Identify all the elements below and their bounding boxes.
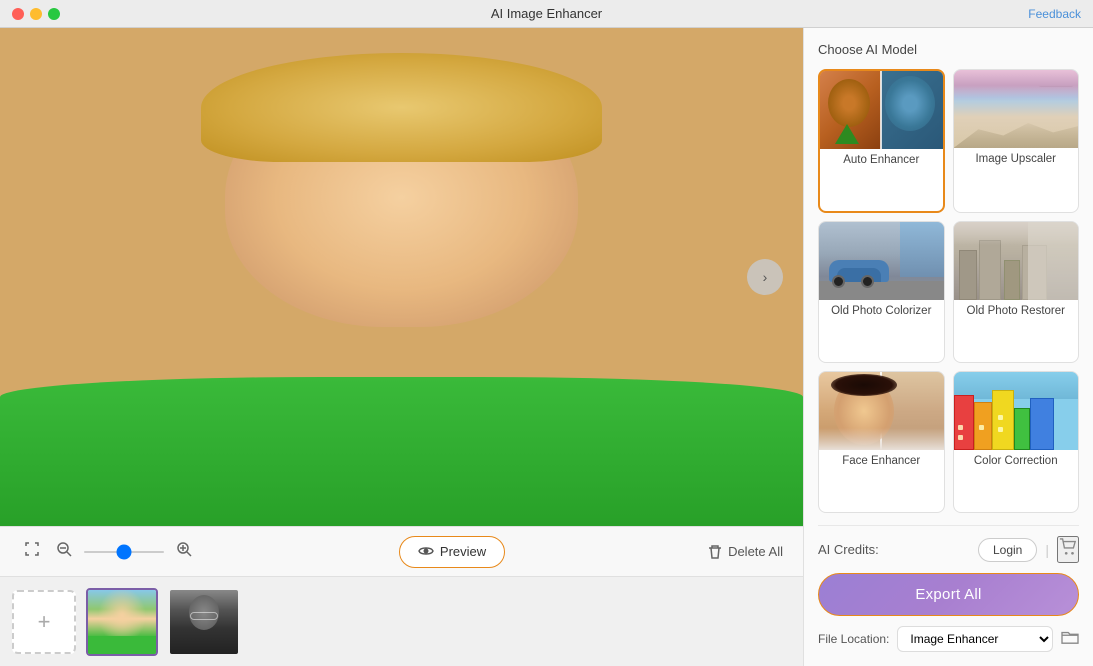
left-panel: › <box>0 28 803 666</box>
model-thumb-auto-enhancer <box>820 71 943 149</box>
divider: | <box>1045 542 1049 558</box>
model-card-old-photo-restorer[interactable]: Old Photo Restorer <box>953 221 1080 363</box>
zoom-slider[interactable] <box>84 551 164 553</box>
model-label-old-photo-colorizer: Old Photo Colorizer <box>819 300 944 322</box>
title-bar: AI Image Enhancer Feedback <box>0 0 1093 28</box>
right-panel: Choose AI Model Auto Enhancer <box>803 28 1093 666</box>
model-label-face-enhancer: Face Enhancer <box>819 450 944 472</box>
app-title: AI Image Enhancer <box>491 6 602 21</box>
model-label-old-photo-restorer: Old Photo Restorer <box>954 300 1079 322</box>
model-thumb-old-photo-colorizer <box>819 222 944 300</box>
thumbnail-child-image <box>88 590 156 654</box>
model-label-color-correction: Color Correction <box>954 450 1079 472</box>
delete-all-button[interactable]: Delete All <box>708 544 783 560</box>
model-card-face-enhancer[interactable]: Face Enhancer <box>818 371 945 513</box>
eye-icon <box>418 544 434 560</box>
model-label-image-upscaler: Image Upscaler <box>954 148 1079 170</box>
export-all-button[interactable]: Export All <box>818 573 1079 616</box>
close-button[interactable] <box>12 8 24 20</box>
thumbnail-strip: + <box>0 576 803 666</box>
add-image-button[interactable]: + <box>12 590 76 654</box>
feedback-link[interactable]: Feedback <box>1028 7 1081 21</box>
model-card-image-upscaler[interactable]: 2K→8K Image Upscaler <box>953 69 1080 213</box>
cart-icon[interactable] <box>1057 536 1079 563</box>
maximize-button[interactable] <box>48 8 60 20</box>
minimize-button[interactable] <box>30 8 42 20</box>
credits-row: AI Credits: Login | <box>818 536 1079 563</box>
preview-button[interactable]: Preview <box>399 536 505 568</box>
right-bottom: AI Credits: Login | Export All File Loca… <box>818 525 1079 652</box>
model-card-old-photo-colorizer[interactable]: Old Photo Colorizer <box>818 221 945 363</box>
file-location-row: File Location: Image Enhancer Custom Fol… <box>818 626 1079 652</box>
zoom-in-button[interactable] <box>172 537 196 566</box>
credits-label: AI Credits: <box>818 542 970 557</box>
model-label-auto-enhancer: Auto Enhancer <box>820 149 943 171</box>
next-image-arrow[interactable]: › <box>747 259 783 295</box>
model-card-color-correction[interactable]: Color Correction <box>953 371 1080 513</box>
model-thumb-old-photo-restorer <box>954 222 1079 300</box>
model-card-auto-enhancer[interactable]: Auto Enhancer <box>818 69 945 213</box>
main-layout: › <box>0 28 1093 666</box>
file-location-label: File Location: <box>818 632 889 646</box>
main-image <box>0 28 803 526</box>
model-thumb-color-correction <box>954 372 1079 450</box>
delete-all-label: Delete All <box>728 544 783 559</box>
login-button[interactable]: Login <box>978 538 1037 562</box>
thumbnail-child[interactable] <box>86 588 158 656</box>
model-grid: Auto Enhancer 2K→8K Image Upscaler <box>818 69 1079 513</box>
window-controls <box>12 8 60 20</box>
image-preview-area: › <box>0 28 803 526</box>
model-thumb-face-enhancer <box>819 372 944 450</box>
preview-label: Preview <box>440 544 486 559</box>
file-location-select[interactable]: Image Enhancer Custom Folder Desktop <box>897 626 1053 652</box>
section-title: Choose AI Model <box>818 42 1079 57</box>
folder-button[interactable] <box>1061 629 1079 650</box>
zoom-controls <box>20 537 196 566</box>
thumbnail-man[interactable] <box>168 588 240 656</box>
model-thumb-image-upscaler: 2K→8K <box>954 70 1079 148</box>
zoom-fit-button[interactable] <box>20 537 44 566</box>
zoom-out-button[interactable] <box>52 537 76 566</box>
bottom-toolbar: Preview Delete All <box>0 526 803 576</box>
thumbnail-man-image <box>170 590 238 654</box>
